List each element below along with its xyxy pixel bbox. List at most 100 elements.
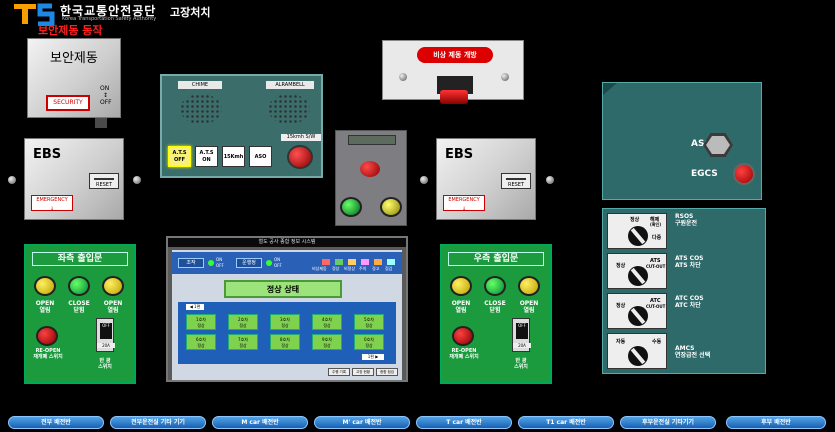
rotary-knob[interactable] bbox=[628, 306, 648, 326]
atc-cos-switch[interactable]: 정상 ATC CUT-OUT bbox=[607, 293, 667, 329]
nav-t1-car[interactable]: T1 car 배전반 bbox=[518, 416, 614, 429]
security-brake-box: 보안제동 SECURITY ON ↕ OFF bbox=[27, 38, 121, 118]
monitor-screen: 조작 ON OFF 운행정 ON OFF 비상제동 정상 비정상 주의 경고 점… bbox=[172, 250, 402, 380]
emergency-brake-release-button[interactable]: 비상 제동 개방 bbox=[417, 47, 493, 63]
car-cell[interactable]: 1호차 정상 bbox=[186, 314, 216, 330]
egcs-label: EGCS bbox=[691, 169, 718, 179]
monitor-title: 철도 공사 종합 정보 시스템 bbox=[168, 238, 406, 247]
ats-on-button[interactable]: A.T.S ON bbox=[195, 146, 218, 167]
left-door-open-lamp[interactable] bbox=[34, 276, 56, 296]
right-door-title: 우측 출입문 bbox=[448, 252, 544, 266]
console-yellow-button[interactable] bbox=[380, 197, 402, 217]
rotary-knob[interactable] bbox=[628, 346, 648, 366]
ebs-reset-button[interactable]: RESET bbox=[89, 173, 119, 189]
right-door-open-lamp[interactable] bbox=[518, 276, 540, 296]
ebs-reset-button[interactable]: RESET bbox=[501, 173, 531, 189]
ats-off-button[interactable]: A.T.S OFF bbox=[168, 146, 191, 167]
rotary-knob[interactable] bbox=[628, 266, 648, 286]
nav-rear-cab-other[interactable]: 후부운전실 기타기기 bbox=[620, 416, 716, 429]
nav-front-distribution[interactable]: 전부 배전반 bbox=[8, 416, 104, 429]
car-cell[interactable]: 0호차 정상 bbox=[354, 334, 384, 350]
15kmh-button[interactable]: 15Kmh bbox=[222, 146, 245, 167]
down-arrow-icon: ↓ bbox=[461, 206, 467, 212]
security-button[interactable]: SECURITY bbox=[46, 95, 90, 111]
aso-button[interactable]: ASO bbox=[249, 146, 272, 167]
next-train-button[interactable]: 1편 ▶ bbox=[362, 354, 384, 360]
right-door-close-lamp[interactable] bbox=[484, 276, 506, 296]
ats-cos-switch[interactable]: 정상 ATS CUT-OUT bbox=[607, 253, 667, 289]
15kmh-switch-button[interactable] bbox=[287, 145, 313, 169]
ebs-left-box: EBS RESET EMERGENCY ↓ bbox=[24, 138, 124, 220]
legend-swatch bbox=[335, 259, 343, 265]
legend-swatch bbox=[348, 259, 356, 265]
car-cell[interactable]: 6호차 정상 bbox=[186, 334, 216, 350]
led-on bbox=[208, 260, 214, 266]
simulator-screen: { "header": { "org_ko": "한국교통안전공단", "org… bbox=[0, 0, 835, 432]
monitor-button[interactable]: 고장 현황 bbox=[352, 368, 374, 376]
car-cell[interactable]: 5호차 정상 bbox=[354, 314, 384, 330]
left-reopen-button[interactable] bbox=[36, 326, 58, 346]
rotary-knob[interactable] bbox=[628, 226, 648, 246]
nav-rear-distribution[interactable]: 후부 배전반 bbox=[726, 416, 826, 429]
ats-cos-label: ATS COS ATS 차단 bbox=[675, 255, 704, 269]
reset-label: RESET bbox=[507, 182, 525, 188]
console-green-button[interactable] bbox=[340, 197, 362, 217]
right-breaker-switch[interactable]: OFF 20A bbox=[512, 318, 531, 352]
right-reopen-button[interactable] bbox=[452, 326, 474, 346]
car-cell[interactable]: 3호차 정상 bbox=[270, 314, 300, 330]
reset-label: RESET bbox=[95, 182, 113, 188]
15kmh-switch-label: 15kmh S/W bbox=[281, 134, 321, 141]
chime-label: CHIME bbox=[178, 81, 222, 89]
emergency-handle[interactable] bbox=[440, 90, 468, 104]
mode-tag[interactable]: 조작 bbox=[178, 258, 204, 268]
amcs-label: AMCS 연장급전 선택 bbox=[675, 345, 711, 359]
ebs-emergency-button[interactable]: EMERGENCY ↓ bbox=[31, 195, 73, 212]
page-title: 고장처치 bbox=[170, 6, 211, 19]
legend-swatch bbox=[374, 259, 382, 265]
right-door-open-lamp[interactable] bbox=[450, 276, 472, 296]
security-brake-status: 보안제동 동작 bbox=[38, 24, 103, 37]
nav-m-car[interactable]: M car 배전반 bbox=[212, 416, 308, 429]
speaker-icon bbox=[268, 94, 310, 124]
atc-cos-label: ATC COS ATC 차단 bbox=[675, 295, 704, 309]
security-brake-title: 보안제동 bbox=[50, 51, 98, 66]
car-cell[interactable]: 7호차 정상 bbox=[228, 334, 258, 350]
nav-front-cab-other[interactable]: 전부운전실 기타 기기 bbox=[110, 416, 206, 429]
bolt-icon bbox=[399, 73, 407, 81]
on-label: ON bbox=[100, 85, 110, 92]
car-cell[interactable]: 9호차 정상 bbox=[312, 334, 342, 350]
bolt-icon bbox=[133, 176, 141, 184]
speaker-icon bbox=[180, 94, 222, 124]
left-breaker-switch[interactable]: OFF 20A bbox=[96, 318, 115, 352]
monitor-button[interactable]: 종합 점검 bbox=[376, 368, 398, 376]
nav-t-car[interactable]: T car 배전반 bbox=[416, 416, 512, 429]
egcs-button[interactable] bbox=[733, 163, 755, 185]
updown-arrow-icon: ↕ bbox=[103, 92, 109, 99]
alarmbell-label: ALRAMBELL bbox=[266, 81, 314, 89]
legend-swatch bbox=[361, 259, 369, 265]
status-banner: 정상 상태 bbox=[224, 280, 342, 298]
prev-train-button[interactable]: ◀ 1편 bbox=[186, 304, 204, 310]
emergency-label: EMERGENCY bbox=[448, 197, 480, 203]
amcs-switch[interactable]: 자동 수동 bbox=[607, 333, 667, 369]
left-door-panel: 좌측 출입문 OPEN 열림 CLOSE 닫힘 OPEN 열림 RE-OPEN 재개폐 … bbox=[24, 244, 136, 384]
left-door-open-lamp[interactable] bbox=[102, 276, 124, 296]
mount-bracket bbox=[95, 118, 107, 128]
car-cell[interactable]: 2호차 정상 bbox=[228, 314, 258, 330]
console-display bbox=[348, 135, 396, 145]
monitor-frame: 철도 공사 종합 정보 시스템 조작 ON OFF 운행정 ON OFF 비상제… bbox=[166, 236, 408, 382]
ebs-emergency-button[interactable]: EMERGENCY ↓ bbox=[443, 195, 485, 212]
car-grid: ◀ 1편 1호차 정상 2호차 정상 3호차 정상 4호차 정상 5호차 정상 6호차 정상… bbox=[178, 302, 396, 364]
left-door-close-lamp[interactable] bbox=[68, 276, 90, 296]
nav-m-prime-car[interactable]: M' car 배전반 bbox=[314, 416, 410, 429]
monitor-button[interactable]: 주행 기록 bbox=[328, 368, 350, 376]
run-tag[interactable]: 운행정 bbox=[236, 258, 262, 268]
car-cell[interactable]: 8호차 정상 bbox=[270, 334, 300, 350]
off-label: OFF bbox=[100, 99, 112, 106]
car-cell[interactable]: 4호차 정상 bbox=[312, 314, 342, 330]
rsos-switch[interactable]: 정상 해제 (확인) 다중 bbox=[607, 213, 667, 249]
rsos-panel: 정상 해제 (확인) 다중 정상 ATS CUT-OUT 정상 ATC CUT-… bbox=[602, 208, 766, 374]
console-red-button[interactable] bbox=[360, 161, 380, 177]
control-console bbox=[335, 130, 407, 226]
right-door-panel: 우측 출입문 OPEN 열림 CLOSE 닫힘 OPEN 열림 RE-OPEN 재개폐 … bbox=[440, 244, 552, 384]
